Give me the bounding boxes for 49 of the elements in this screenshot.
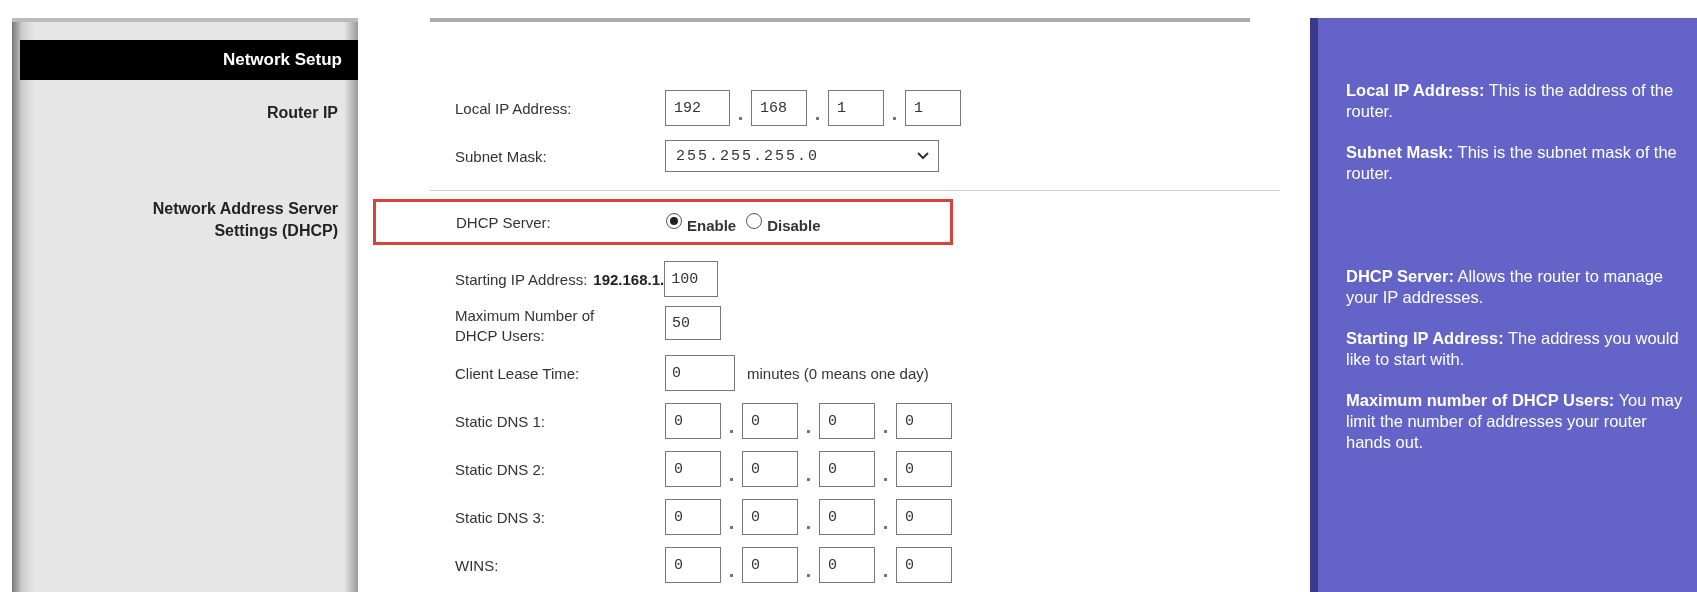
- octet-field[interactable]: 168: [751, 90, 807, 126]
- section-label: Router IP: [265, 103, 339, 123]
- field-label: Static DNS 1:: [455, 412, 547, 430]
- octet-field[interactable]: 1: [828, 90, 884, 126]
- octet-field[interactable]: 0: [896, 451, 952, 487]
- octet-field[interactable]: 0: [896, 499, 952, 535]
- help-text: Maximum number of DHCP Users: You may limit the number of addresses your router hands out.: [1346, 390, 1683, 453]
- octet-field[interactable]: 0: [819, 403, 875, 439]
- field-label: Maximum Number of DHCP Users:: [455, 306, 596, 346]
- radio-button[interactable]: [666, 213, 682, 229]
- section-header: Network Setup: [20, 40, 358, 80]
- help-text: Local IP Address: This is the address of the router.: [1346, 80, 1675, 122]
- octet-field[interactable]: 0: [665, 499, 721, 535]
- unit-text: minutes (0 means one day): [747, 364, 929, 382]
- help-text: Starting IP Address: The address you would like to start with.: [1346, 328, 1680, 370]
- octet-field[interactable]: 0: [665, 547, 721, 583]
- field-label: Client Lease Time:: [455, 364, 581, 382]
- ip-prefix: 192.168.1.: [593, 270, 665, 288]
- radio-button[interactable]: [746, 213, 763, 229]
- octet-field[interactable]: 0: [665, 403, 721, 439]
- chevron-down-icon: [917, 152, 929, 160]
- octet-field[interactable]: 0: [665, 451, 721, 487]
- lease-time-field[interactable]: 0: [665, 355, 735, 391]
- radio-option[interactable]: Disable: [746, 210, 821, 234]
- max-users-field[interactable]: 50: [665, 306, 721, 340]
- octet-field[interactable]: 0: [742, 547, 798, 583]
- subnet-mask-dropdown[interactable]: 255.255.255.0: [665, 140, 939, 172]
- help-text: Subnet Mask: This is the subnet mask of the router.: [1346, 142, 1678, 184]
- octet-field[interactable]: 0: [896, 547, 952, 583]
- octet-field[interactable]: 0: [819, 499, 875, 535]
- field-label: Static DNS 3:: [455, 508, 547, 526]
- octet-field[interactable]: 1: [905, 90, 961, 126]
- help-text: DHCP Server: Allows the router to manage your IP addresses.: [1346, 266, 1665, 308]
- octet-field[interactable]: 0: [819, 547, 875, 583]
- octet-field[interactable]: 0: [819, 451, 875, 487]
- section-label: Network Address Server Settings (DHCP): [151, 199, 339, 241]
- field-label: Starting IP Address:: [455, 270, 588, 288]
- field-label: Local IP Address:: [455, 99, 573, 117]
- starting-ip-field[interactable]: 100: [664, 261, 719, 297]
- octet-field[interactable]: 0: [742, 403, 798, 439]
- radio-option[interactable]: Enable: [666, 210, 737, 234]
- field-label: WINS:: [455, 556, 500, 574]
- field-label: Subnet Mask:: [455, 147, 548, 165]
- octet-field[interactable]: 0: [742, 451, 798, 487]
- field-label: Static DNS 2:: [455, 460, 547, 478]
- field-label: DHCP Server:: [456, 213, 552, 231]
- octet-field[interactable]: 0: [742, 499, 798, 535]
- octet-field[interactable]: 0: [896, 403, 952, 439]
- octet-field[interactable]: 192: [665, 90, 730, 126]
